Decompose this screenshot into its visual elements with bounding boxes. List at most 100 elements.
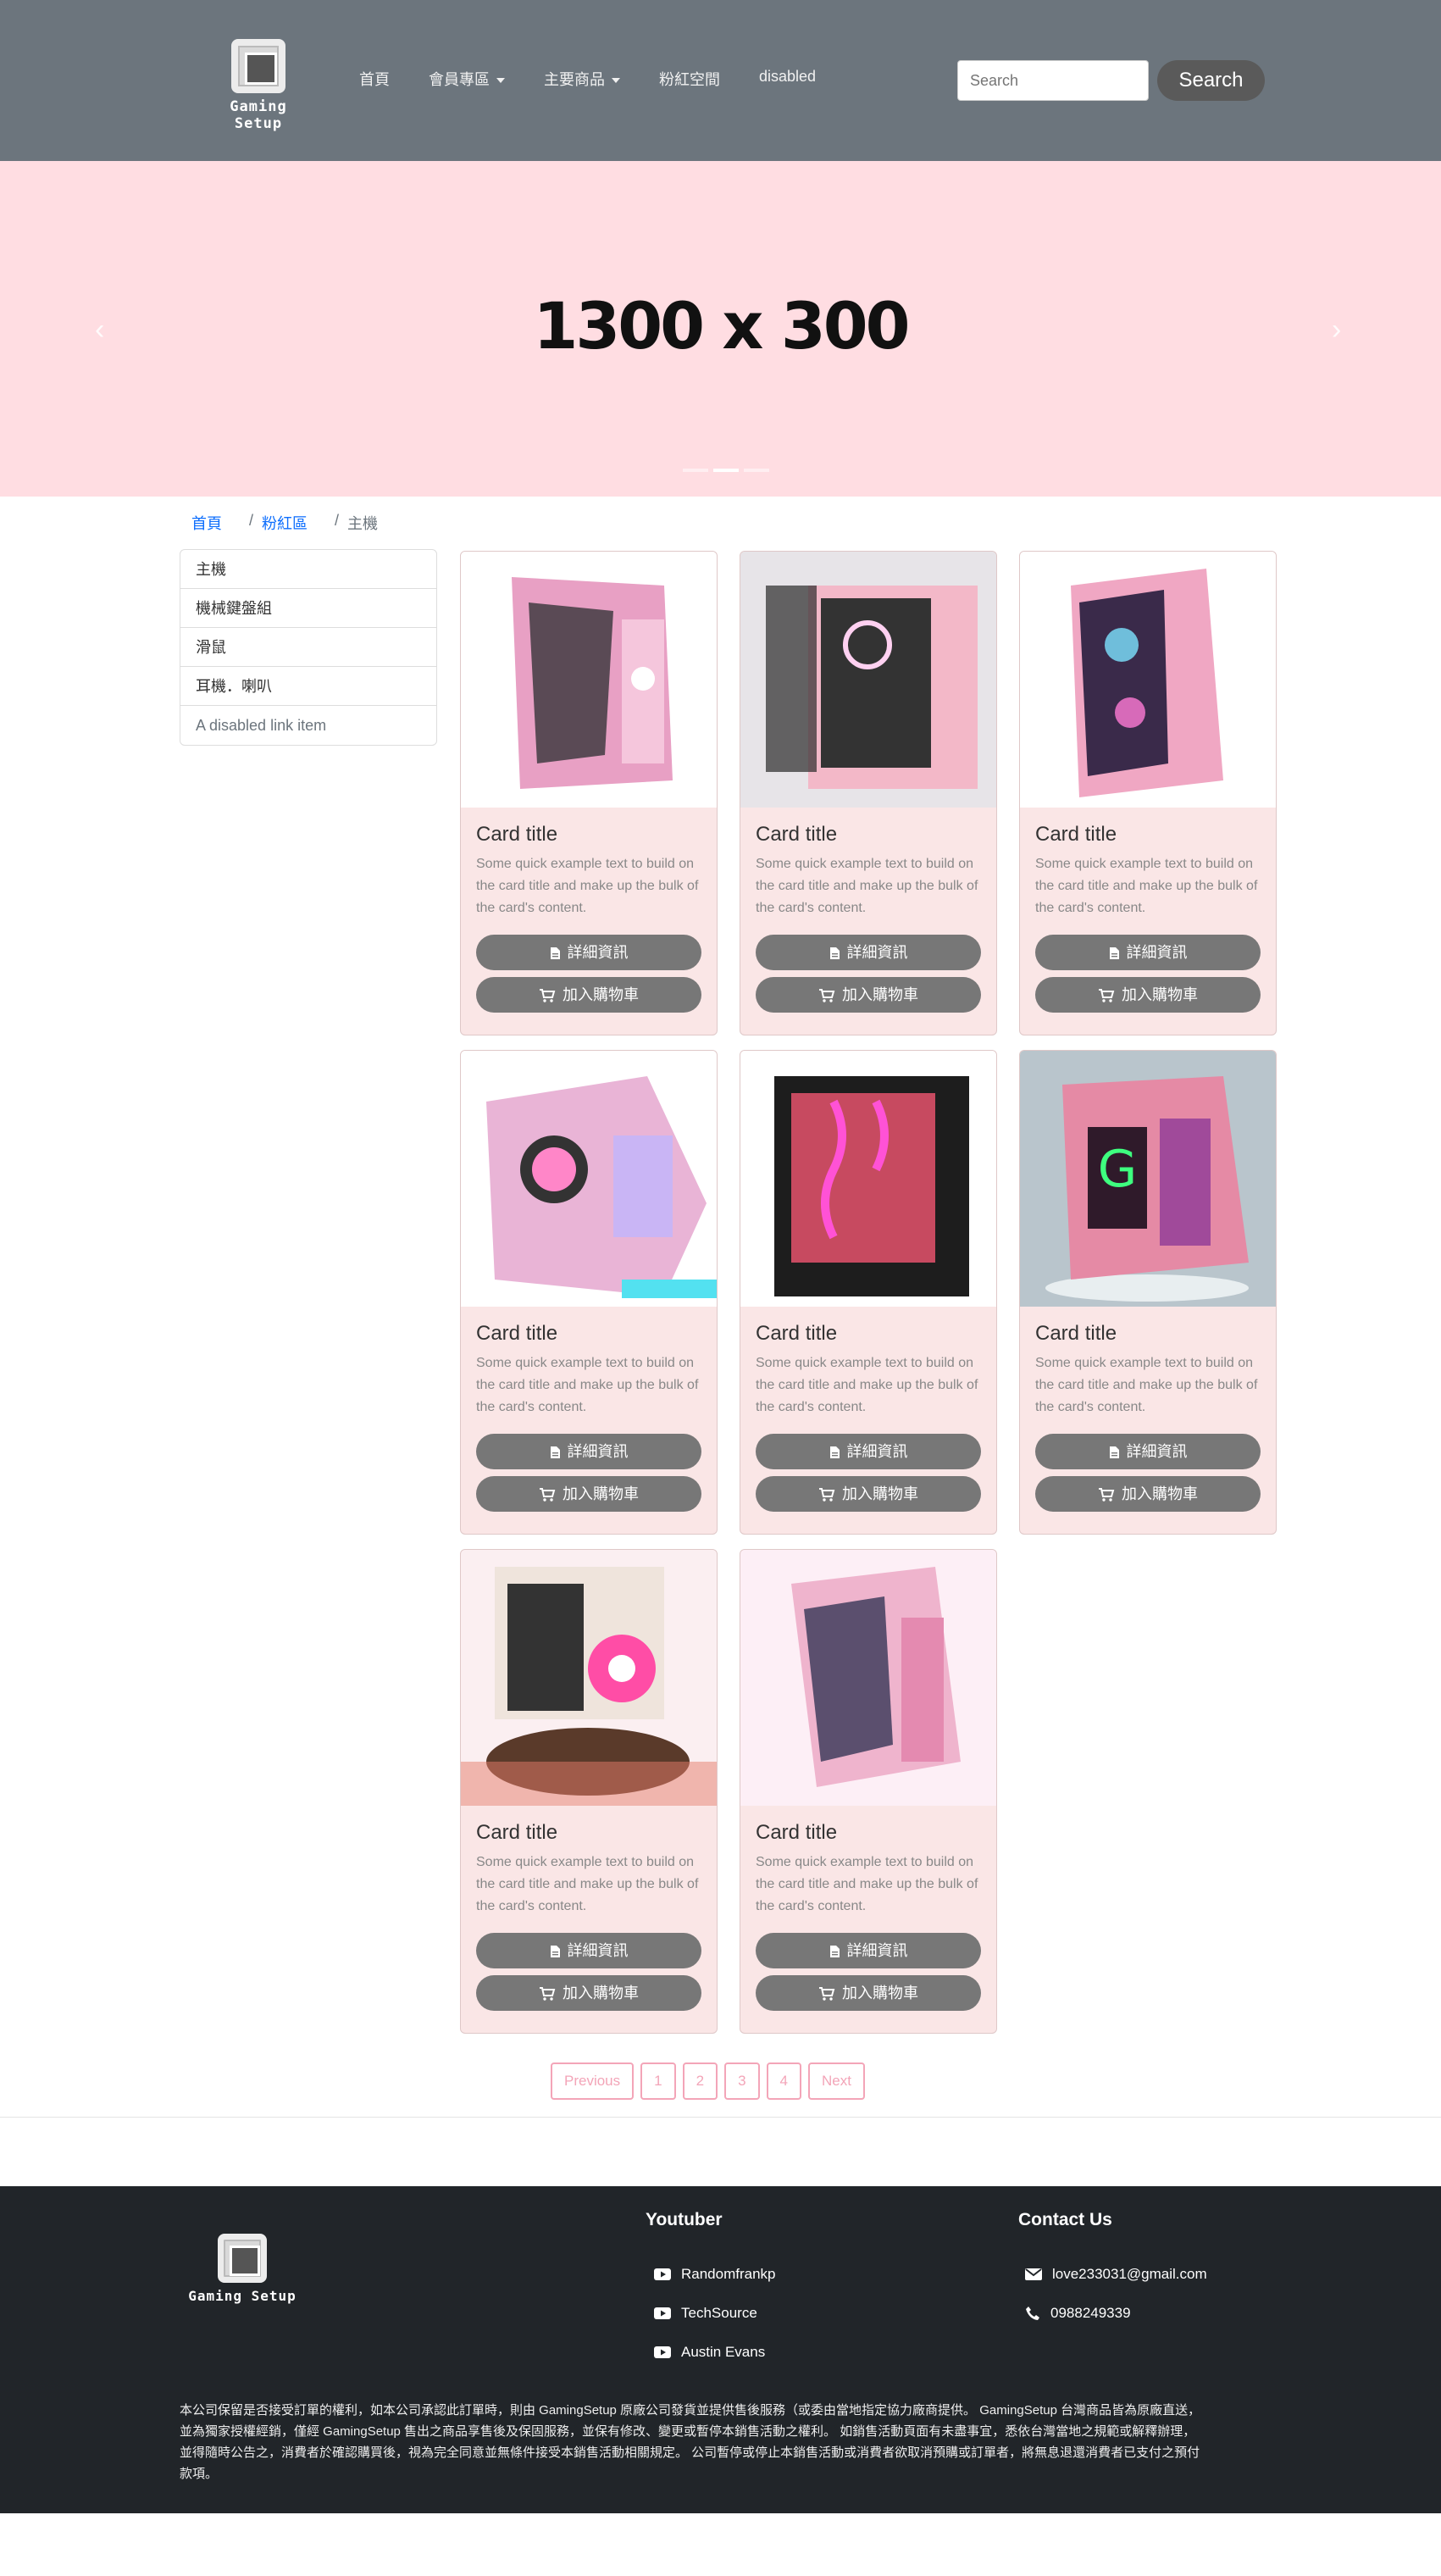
- card-body: Card title Some quick example text to bui…: [740, 1806, 996, 2024]
- product-image[interactable]: G: [1020, 1051, 1276, 1307]
- add-to-cart-label: 加入購物車: [563, 986, 639, 1003]
- card-title: Card title: [756, 1322, 838, 1345]
- youtuber-name: Austin Evans: [681, 2344, 766, 2360]
- detail-button[interactable]: 詳細資訊: [476, 1434, 701, 1469]
- hero-carousel: 1300 x 300 ‹ ›: [0, 161, 1441, 497]
- product-image[interactable]: [740, 552, 996, 808]
- sidebar-item-desktop[interactable]: 主機: [180, 550, 436, 589]
- card-text: Some quick example text to build on the …: [756, 1855, 978, 1913]
- youtube-icon: [654, 2268, 671, 2280]
- detail-button-label: 詳細資訊: [567, 1942, 629, 1959]
- youtube-icon: [654, 2346, 671, 2358]
- youtuber-link-2[interactable]: TechSource: [654, 2305, 757, 2322]
- product-image[interactable]: [740, 1051, 996, 1307]
- detail-button-label: 詳細資訊: [846, 944, 908, 961]
- pagination-page-1[interactable]: 1: [640, 2062, 676, 2100]
- add-to-cart-button[interactable]: 加入購物車: [756, 1975, 981, 2011]
- cart-icon: [819, 1488, 835, 1502]
- nav-label: 會員專區: [429, 71, 490, 88]
- pagination-previous[interactable]: Previous: [551, 2062, 635, 2100]
- sidebar-item-mouse[interactable]: 滑鼠: [180, 628, 436, 667]
- add-to-cart-button[interactable]: 加入購物車: [476, 977, 701, 1013]
- pagination-page-3[interactable]: 3: [724, 2062, 760, 2100]
- card-text: Some quick example text to build on the …: [756, 857, 978, 915]
- carousel-indicator-active[interactable]: [713, 469, 739, 472]
- logo-icon: [231, 39, 285, 93]
- search-input[interactable]: [957, 60, 1149, 101]
- pagination-next[interactable]: Next: [808, 2062, 865, 2100]
- nav-item-disabled: disabled: [759, 68, 816, 90]
- add-to-cart-button[interactable]: 加入購物車: [756, 977, 981, 1013]
- search-button[interactable]: Search: [1157, 60, 1265, 101]
- product-image[interactable]: [461, 552, 717, 808]
- detail-button[interactable]: 詳細資訊: [756, 1434, 981, 1469]
- phone-icon: [1026, 2307, 1039, 2320]
- card-title: Card title: [476, 1821, 558, 1844]
- card-title: Card title: [1035, 1322, 1117, 1345]
- nav-item-member[interactable]: 會員專區: [429, 68, 505, 90]
- carousel-indicator[interactable]: [744, 469, 769, 472]
- category-sidebar: 主機 機械鍵盤組 滑鼠 耳機．喇叭 A disabled link item: [180, 549, 437, 746]
- detail-button[interactable]: 詳細資訊: [756, 1933, 981, 1968]
- nav-item-pink-space[interactable]: 粉紅空間: [659, 68, 720, 90]
- navbar: Gaming Setup 首頁 會員專區 主要商品 粉紅空間 disabled …: [0, 0, 1441, 161]
- breadcrumb-home[interactable]: 首頁: [191, 512, 222, 534]
- detail-button[interactable]: 詳細資訊: [476, 1933, 701, 1968]
- add-to-cart-button[interactable]: 加入購物車: [1035, 977, 1261, 1013]
- detail-button[interactable]: 詳細資訊: [476, 935, 701, 970]
- add-to-cart-button[interactable]: 加入購物車: [476, 1975, 701, 2011]
- breadcrumb-pink-zone[interactable]: 粉紅區: [262, 512, 308, 534]
- envelope-icon: [1025, 2268, 1042, 2280]
- youtuber-link-3[interactable]: Austin Evans: [654, 2344, 765, 2361]
- detail-button[interactable]: 詳細資訊: [1035, 935, 1261, 970]
- file-icon: [829, 1946, 840, 1958]
- add-to-cart-button[interactable]: 加入購物車: [476, 1476, 701, 1512]
- card-title: Card title: [756, 823, 838, 846]
- svg-text:G: G: [1098, 1140, 1138, 1199]
- cart-icon: [540, 1987, 556, 2001]
- product-image[interactable]: [1020, 552, 1276, 808]
- card-title: Card title: [476, 823, 558, 846]
- detail-button[interactable]: 詳細資訊: [1035, 1434, 1261, 1469]
- pagination: Previous 1 2 3 4 Next: [551, 2062, 872, 2100]
- email-text: love233031@gmail.com: [1052, 2266, 1207, 2282]
- add-to-cart-button[interactable]: 加入購物車: [756, 1476, 981, 1512]
- footer-logo[interactable]: Gaming Setup: [188, 2234, 297, 2304]
- legal-notice-line: 款項。: [180, 2467, 219, 2481]
- card-text: Some quick example text to build on the …: [476, 1855, 699, 1913]
- product-card: Card title Some quick example text to bui…: [740, 1549, 997, 2034]
- file-icon: [550, 1946, 560, 1958]
- carousel-next-icon[interactable]: ›: [1332, 314, 1357, 346]
- carousel-prev-icon[interactable]: ‹: [95, 314, 120, 346]
- detail-button-label: 詳細資訊: [567, 1443, 629, 1460]
- add-to-cart-label: 加入購物車: [1122, 1485, 1198, 1502]
- detail-button[interactable]: 詳細資訊: [756, 935, 981, 970]
- nav-item-products[interactable]: 主要商品: [544, 68, 620, 90]
- product-image[interactable]: [461, 1550, 717, 1806]
- pagination-page-2[interactable]: 2: [682, 2062, 718, 2100]
- pagination-page-4[interactable]: 4: [766, 2062, 802, 2100]
- file-icon: [1109, 947, 1119, 960]
- product-image[interactable]: [740, 1550, 996, 1806]
- file-icon: [1109, 1446, 1119, 1459]
- nav-label: 主要商品: [544, 71, 605, 88]
- logo-text: Gaming Setup: [230, 98, 287, 132]
- sidebar-item-keyboard[interactable]: 機械鍵盤組: [180, 589, 436, 628]
- card-body: Card title Some quick example text to bui…: [461, 808, 717, 1026]
- cart-icon: [1099, 989, 1115, 1002]
- carousel-indicator[interactable]: [683, 469, 708, 472]
- contact-phone[interactable]: 0988249339: [1025, 2305, 1131, 2322]
- youtuber-link-1[interactable]: Randomfrankp: [654, 2266, 776, 2283]
- product-card: Card title Some quick example text to bui…: [740, 1050, 997, 1535]
- add-to-cart-button[interactable]: 加入購物車: [1035, 1476, 1261, 1512]
- file-icon: [550, 947, 560, 960]
- nav-item-home[interactable]: 首頁: [359, 68, 390, 90]
- sidebar-item-audio[interactable]: 耳機．喇叭: [180, 667, 436, 706]
- sidebar-item-disabled: A disabled link item: [196, 717, 327, 734]
- brand-logo[interactable]: Gaming Setup: [203, 39, 313, 132]
- product-card: Card title Some quick example text to bui…: [460, 551, 718, 1035]
- contact-email[interactable]: love233031@gmail.com: [1025, 2266, 1207, 2283]
- product-image[interactable]: [461, 1051, 717, 1307]
- section-divider: [0, 2117, 1441, 2118]
- legal-notice-line: 並得隨時公告之，消費者於確認購買後，視為完全同意並無條件接受本銷售活動相關規定。…: [180, 2446, 1200, 2460]
